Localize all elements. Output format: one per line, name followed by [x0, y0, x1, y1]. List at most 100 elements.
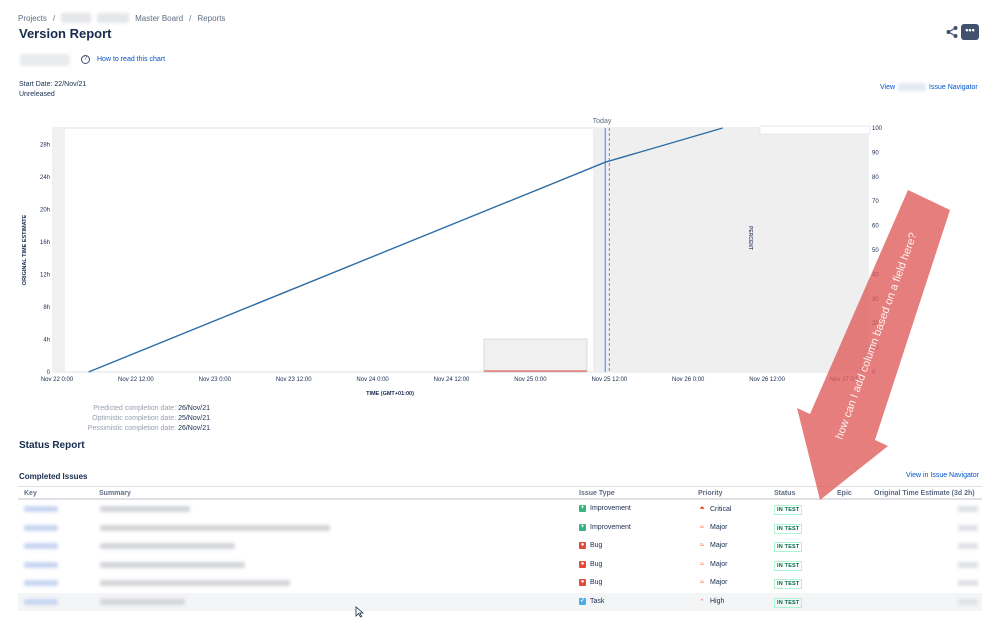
future-region [593, 128, 868, 372]
view-link-suffix[interactable]: Issue Navigator [929, 84, 978, 91]
issue-type-cell: ● Bug [579, 560, 602, 568]
breadcrumb-board[interactable]: Master Board [135, 14, 183, 23]
how-to-read-link[interactable]: How to read this chart [97, 56, 165, 63]
x-tick-label: Nov 26 12:00 [749, 377, 785, 383]
col-epic[interactable]: Epic [837, 490, 852, 497]
view-link-prefix[interactable]: View [880, 84, 895, 91]
issue-estimate [958, 580, 978, 586]
table-row[interactable]: ● Bug ≈ Major IN TEST [18, 556, 982, 575]
issue-type-cell: ● Bug [579, 579, 602, 586]
col-estimate[interactable]: Original Time Estimate (3d 2h) [874, 490, 975, 497]
issue-key-link[interactable] [24, 506, 58, 512]
x-tick-label: Nov 24 0:00 [356, 377, 389, 383]
x-axis-label: TIME (GMT+01:00) [366, 391, 414, 397]
x-tick-label: Nov 22 12:00 [118, 377, 154, 383]
y-tick-label: 0 [47, 370, 51, 376]
view-in-issue-navigator-link[interactable]: View in Issue Navigator [906, 472, 979, 479]
table-header: Key Summary Issue Type Priority Status E… [18, 486, 982, 500]
issue-estimate [958, 561, 978, 568]
issue-summary [100, 506, 190, 512]
legend-box [759, 125, 871, 135]
issue-key-link[interactable] [24, 580, 58, 586]
issue-type-cell: + Improvement [579, 523, 631, 531]
issue-summary [100, 598, 185, 605]
right-tick-label: 50 [872, 248, 879, 254]
issue-key-link[interactable] [24, 561, 58, 568]
more-actions-button[interactable]: ••• [961, 24, 979, 40]
y-tick-label: 24h [40, 175, 50, 181]
issue-estimate [958, 543, 978, 549]
optimistic-completion: Optimistic completion date: 25/Nov/21 [40, 415, 210, 422]
col-key[interactable]: Key [24, 490, 37, 497]
x-tick-label: Nov 23 0:00 [199, 377, 232, 383]
right-tick-label: 100 [872, 126, 883, 132]
scope-block [483, 338, 588, 373]
mouse-cursor-icon [355, 606, 365, 618]
y-tick-label: 4h [43, 337, 50, 343]
x-tick-label: Nov 24 12:00 [434, 377, 470, 383]
status-badge: IN TEST [774, 505, 803, 515]
y-tick-label: 20h [40, 207, 50, 213]
completed-issues-title: Completed Issues [19, 472, 88, 481]
release-status: Unreleased [19, 91, 55, 98]
priority-label: Critical [710, 505, 732, 513]
task-icon: ✓ [579, 597, 586, 605]
issue-summary [100, 543, 235, 549]
table-row[interactable]: ● Bug ≈ Major IN TEST [18, 574, 982, 593]
improvement-icon: + [579, 505, 586, 512]
status-badge: IN TEST [774, 560, 803, 571]
share-icon[interactable] [945, 25, 959, 39]
breadcrumb-projects[interactable]: Projects [18, 14, 47, 23]
issue-key-link[interactable] [24, 543, 58, 549]
major-priority-icon: ≈ [700, 542, 704, 549]
help-icon[interactable]: ? [81, 55, 90, 64]
version-select[interactable] [20, 54, 70, 66]
table-body: + Improvement ⏶ Critical IN TEST + Impro… [18, 500, 982, 611]
issue-type-label: Bug [590, 579, 603, 586]
priority-label: Major [710, 523, 728, 531]
x-tick-label: Nov 27 0:00 [830, 377, 863, 383]
priority-label: Major [710, 542, 728, 549]
breadcrumb-reports[interactable]: Reports [197, 14, 225, 23]
table-row[interactable]: ● Bug ≈ Major IN TEST [18, 537, 982, 556]
y-axis-label: ORIGINAL TIME ESTIMATE [22, 214, 28, 285]
right-axis-ticks: 0 10 20 30 40 50 60 70 80 90 100 [872, 126, 883, 376]
col-issue-type[interactable]: Issue Type [579, 490, 615, 497]
breadcrumb-redacted [97, 13, 130, 23]
col-priority[interactable]: Priority [698, 490, 723, 497]
pessimistic-completion-label: Pessimistic completion date: [87, 425, 177, 432]
status-badge: IN TEST [774, 542, 803, 552]
predicted-completion-label: Predicted completion date: [93, 405, 177, 412]
issue-type-label: Improvement [590, 505, 631, 512]
priority-label: Major [710, 579, 728, 586]
priority-cell: ≈ Major [698, 579, 728, 586]
col-summary[interactable]: Summary [99, 490, 131, 497]
status-badge: IN TEST [774, 579, 803, 589]
table-row[interactable]: + Improvement ⏶ Critical IN TEST [18, 500, 982, 519]
issue-type-cell: ● Bug [579, 542, 602, 549]
start-date: Start Date: 22/Nov/21 [19, 81, 87, 88]
bug-icon: ● [579, 579, 586, 586]
right-axis-label: PERCENT [747, 226, 753, 250]
predicted-completion-value: 26/Nov/21 [178, 405, 210, 412]
predicted-completion: Predicted completion date: 26/Nov/21 [40, 405, 210, 412]
x-tick-label: Nov 22 0:00 [41, 377, 74, 383]
issue-key-link[interactable] [24, 598, 58, 605]
col-status[interactable]: Status [774, 490, 795, 497]
priority-label: Major [710, 560, 728, 568]
issue-estimate [958, 524, 978, 531]
status-report-title: Status Report [19, 440, 85, 451]
table-row[interactable]: ✓ Task ⌃ High IN TEST [18, 592, 982, 611]
right-tick-label: 20 [872, 321, 879, 327]
issue-estimate [958, 598, 978, 605]
critical-priority-icon: ⏶ [699, 505, 705, 512]
y-axis-ticks: 0 4h 8h 12h 16h 20h 24h 28h [40, 142, 51, 376]
table-row[interactable]: + Improvement ≈ Major IN TEST [18, 519, 982, 538]
right-tick-label: 60 [872, 224, 879, 230]
issue-key-link[interactable] [24, 524, 58, 531]
view-issue-navigator-link[interactable]: View Issue Navigator [880, 83, 978, 91]
today-label: Today [593, 118, 612, 125]
page-title: Version Report [19, 26, 112, 41]
bug-icon: ● [579, 560, 586, 568]
pessimistic-completion: Pessimistic completion date: 26/Nov/21 [40, 425, 210, 432]
